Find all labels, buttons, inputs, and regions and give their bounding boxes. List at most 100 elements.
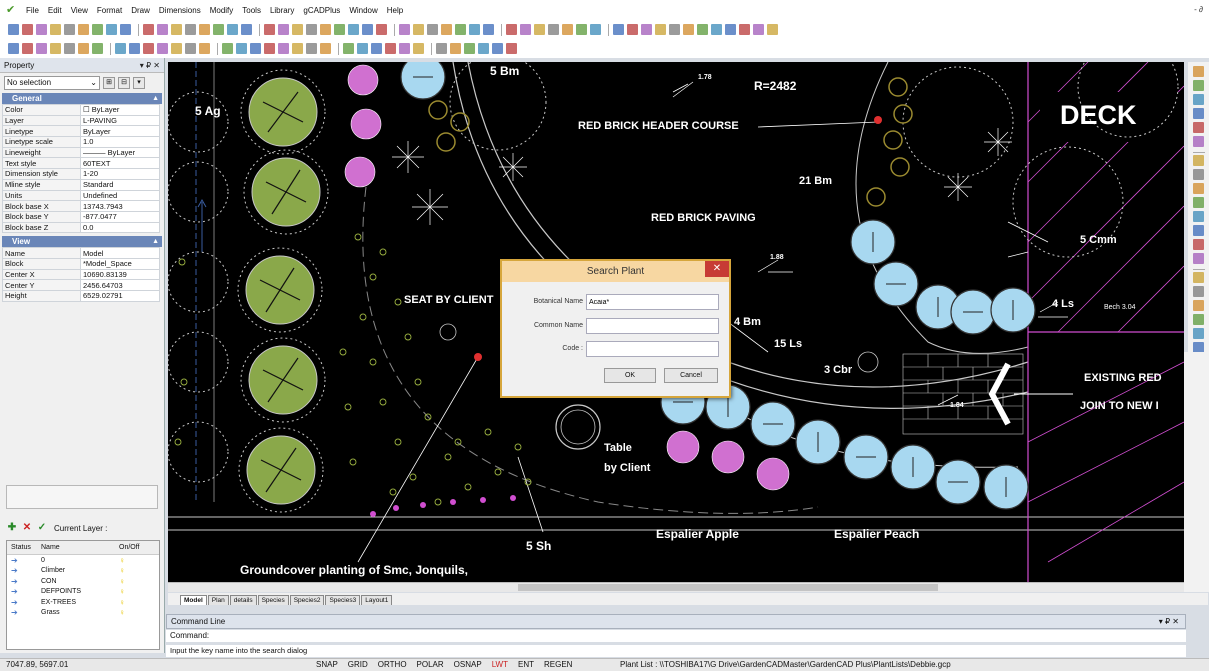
toolbar-tool-icon[interactable] [92, 24, 103, 35]
toolbar-tool-icon[interactable] [1193, 155, 1204, 166]
mode-regen[interactable]: REGEN [544, 659, 572, 671]
toolbar-tool-icon[interactable] [697, 24, 708, 35]
horizontal-scrollbar[interactable] [168, 582, 1184, 592]
property-row[interactable]: Center Y 2456.64703 [2, 279, 160, 291]
close-icon[interactable]: ✕ [705, 261, 729, 277]
layer-row[interactable]: ➔ CON ♀ [7, 576, 159, 587]
tab-details[interactable]: details [229, 595, 257, 605]
toolbar-tool-icon[interactable] [236, 43, 247, 54]
toolbar-tool-icon[interactable] [50, 24, 61, 35]
property-value[interactable]: 2456.64703 [80, 279, 160, 291]
botanical-name-input[interactable] [586, 294, 719, 310]
property-row[interactable]: Dimension style 1-20 [2, 168, 160, 180]
pickadd-icon[interactable]: ▾ [133, 77, 145, 89]
toolbar-tool-icon[interactable] [320, 43, 331, 54]
property-value[interactable]: ByLayer [80, 125, 160, 138]
toolbar-tool-icon[interactable] [506, 43, 517, 54]
menu-help[interactable]: Help [387, 6, 403, 15]
toolbar-tool-icon[interactable] [492, 43, 503, 54]
property-row[interactable]: Block *Model_Space [2, 257, 160, 270]
toolbar-tool-icon[interactable] [264, 24, 275, 35]
property-value[interactable]: 60TEXT [80, 157, 160, 170]
toolbar-tool-icon[interactable] [371, 43, 382, 54]
property-value[interactable]: 1-20 [80, 168, 160, 180]
mode-ortho[interactable]: ORTHO [378, 659, 407, 671]
common-name-input[interactable] [586, 318, 719, 334]
toolbar-tool-icon[interactable] [343, 43, 354, 54]
toolbar-tool-icon[interactable] [78, 24, 89, 35]
toolbar-tool-icon[interactable] [450, 43, 461, 54]
toolbar-tool-icon[interactable] [376, 24, 387, 35]
menu-format[interactable]: Format [97, 6, 122, 15]
toolbar-tool-icon[interactable] [22, 43, 33, 54]
toolbar-tool-icon[interactable] [362, 24, 373, 35]
toolbar-tool-icon[interactable] [385, 43, 396, 54]
toolbar-tool-icon[interactable] [171, 43, 182, 54]
toolbar-tool-icon[interactable] [1193, 169, 1204, 180]
toolbar-tool-icon[interactable] [1193, 183, 1204, 194]
toolbar-tool-icon[interactable] [36, 24, 47, 35]
toolbar-tool-icon[interactable] [106, 24, 117, 35]
cancel-button[interactable]: Cancel [664, 368, 718, 383]
toolbar-tool-icon[interactable] [1193, 328, 1204, 339]
toolbar-tool-icon[interactable] [199, 24, 210, 35]
property-row[interactable]: Center X 10690.83139 [2, 268, 160, 281]
property-row[interactable]: Block base Z 0.0 [2, 221, 160, 234]
toolbar-tool-icon[interactable] [683, 24, 694, 35]
toolbar-tool-icon[interactable] [669, 24, 680, 35]
toolbar-tool-icon[interactable] [185, 24, 196, 35]
toolbar-tool-icon[interactable] [292, 43, 303, 54]
property-value[interactable]: -877.0477 [80, 210, 160, 223]
command-input[interactable]: Command: [166, 630, 1186, 642]
col-status[interactable]: Status [7, 544, 41, 551]
layer-row[interactable]: ➔ EX-TREES ♀ [7, 597, 159, 608]
toolbar-tool-icon[interactable] [562, 24, 573, 35]
tab-species3[interactable]: Species3 [325, 595, 361, 605]
toolbar-tool-icon[interactable] [306, 43, 317, 54]
toolbar-tool-icon[interactable] [143, 24, 154, 35]
toolbar-tool-icon[interactable] [157, 43, 168, 54]
property-value[interactable]: ☐ ByLayer [80, 104, 160, 116]
col-onoff[interactable]: On/Off [119, 544, 143, 551]
toolbar-tool-icon[interactable] [1193, 286, 1204, 297]
set-current-icon[interactable]: ✓ [36, 522, 48, 534]
toolbar-tool-icon[interactable] [120, 24, 131, 35]
toolbar-tool-icon[interactable] [576, 24, 587, 35]
property-value[interactable]: *Model_Space [80, 257, 160, 270]
general-section-header[interactable]: General ▲ [2, 93, 162, 104]
toolbar-tool-icon[interactable] [278, 24, 289, 35]
toolbar-tool-icon[interactable] [36, 43, 47, 54]
toolbar-tool-icon[interactable] [436, 43, 447, 54]
property-row[interactable]: Lineweight ——— ByLayer [2, 146, 160, 159]
toolbar-tool-icon[interactable] [8, 24, 19, 35]
selection-dropdown[interactable]: No selection ⌄ [4, 76, 100, 90]
property-row[interactable]: Linetype scale 1.0 [2, 136, 160, 148]
toolbar-tool-icon[interactable] [348, 24, 359, 35]
menu-file[interactable]: File [26, 6, 39, 15]
toolbar-tool-icon[interactable] [520, 24, 531, 35]
vertical-scrollbar[interactable] [1184, 352, 1209, 592]
delete-layer-icon[interactable]: ✕ [21, 522, 33, 534]
menu-gcadplus[interactable]: gCADPlus [303, 6, 340, 15]
toolbar-tool-icon[interactable] [264, 43, 275, 54]
layer-row[interactable]: ➔ 0 ♀ [7, 555, 159, 566]
toolbar-tool-icon[interactable] [1193, 122, 1204, 133]
toolbar-tool-icon[interactable] [399, 43, 410, 54]
toolbar-tool-icon[interactable] [641, 24, 652, 35]
toolbar-tool-icon[interactable] [1193, 253, 1204, 264]
mode-polar[interactable]: POLAR [417, 659, 444, 671]
toolbar-tool-icon[interactable] [92, 43, 103, 54]
property-value[interactable]: Standard [80, 178, 160, 191]
quick-select-icon[interactable]: ⊟ [118, 77, 130, 89]
toolbar-tool-icon[interactable] [739, 24, 750, 35]
mode-ent[interactable]: ENT [518, 659, 534, 671]
toolbar-tool-icon[interactable] [213, 24, 224, 35]
property-row[interactable]: Text style 60TEXT [2, 157, 160, 170]
toolbar-tool-icon[interactable] [64, 24, 75, 35]
panel-controls[interactable]: ▾ ₽ ✕ [140, 61, 160, 70]
toolbar-tool-icon[interactable] [753, 24, 764, 35]
property-row[interactable]: Height 6529.02791 [2, 290, 160, 302]
toolbar-tool-icon[interactable] [227, 24, 238, 35]
toolbar-tool-icon[interactable] [1193, 211, 1204, 222]
select-objects-icon[interactable]: ⊞ [103, 77, 115, 89]
